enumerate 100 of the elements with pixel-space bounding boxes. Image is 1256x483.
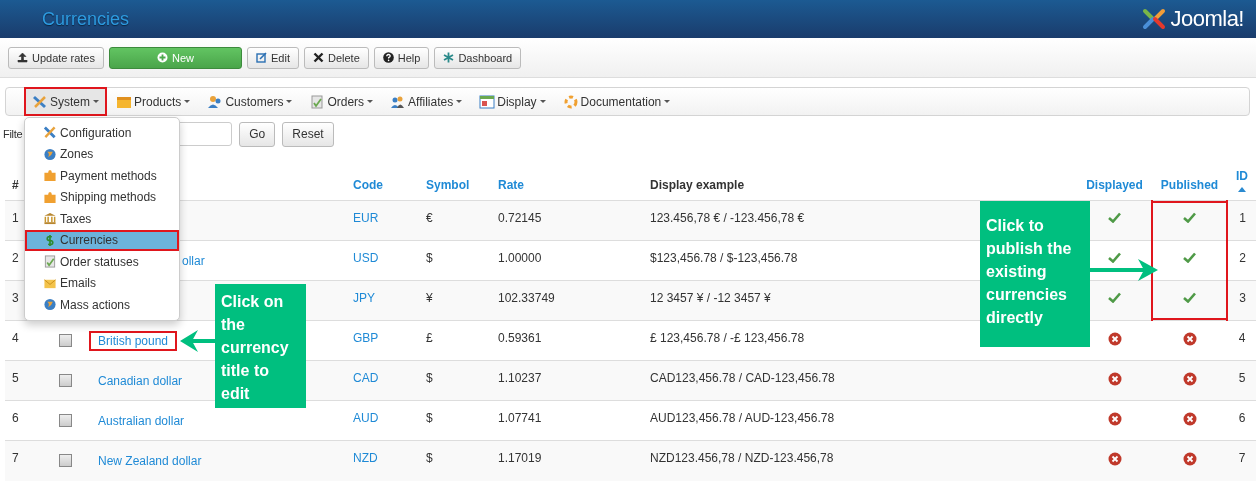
dropdown-item[interactable]: Shipping methods <box>25 186 179 208</box>
rate-cell: 102.33749 <box>498 291 555 305</box>
example-cell: £ 123,456.78 / -£ 123,456.78 <box>650 331 805 345</box>
filter-label: Filte <box>3 128 23 140</box>
menu-item[interactable]: Orders <box>301 87 382 116</box>
sort-link[interactable]: Rate <box>498 178 524 192</box>
globe-icon <box>43 298 57 312</box>
wrench-icon <box>32 94 48 109</box>
id-cell: 2 <box>1239 251 1246 265</box>
row-checkbox[interactable] <box>59 454 72 467</box>
cross-icon[interactable] <box>1182 332 1197 346</box>
row-number: 1 <box>12 211 19 225</box>
cross-icon[interactable] <box>1182 412 1197 426</box>
row-number: 2 <box>12 251 19 265</box>
check-icon[interactable] <box>1183 212 1196 223</box>
menu-item[interactable]: Customers <box>199 87 301 116</box>
check-icon[interactable] <box>1107 292 1121 303</box>
dashboard-button[interactable]: Dashboard <box>434 46 522 69</box>
rate-cell: 1.00000 <box>498 251 542 265</box>
arrow <box>1090 259 1158 281</box>
menu-item[interactable]: Affiliates <box>382 87 471 116</box>
filter-button[interactable]: Reset <box>282 121 334 147</box>
globe-icon <box>43 147 57 161</box>
cross-icon[interactable] <box>1182 372 1197 386</box>
cross-icon[interactable] <box>1107 332 1122 346</box>
document-icon <box>43 255 57 269</box>
box-icon <box>116 94 132 109</box>
example-cell: 123.456,78 € / -123.456,78 € <box>650 211 805 225</box>
example-cell: NZD123.456,78 / NZD-123.456,78 <box>650 451 834 465</box>
dollar-icon <box>43 233 57 247</box>
symbol-cell: € <box>426 211 433 225</box>
callout-note: Click to publish the existing currencies directly <box>980 201 1090 347</box>
rate-cell: 0.59361 <box>498 331 542 345</box>
sort-link[interactable]: Published <box>1160 178 1219 192</box>
dropdown-item[interactable]: Emails <box>25 272 179 294</box>
asterisk-icon <box>443 52 455 63</box>
dropdown-item[interactable]: Taxes <box>25 208 179 230</box>
id-cell: 4 <box>1238 331 1246 345</box>
plus-icon <box>156 52 168 63</box>
people-icon <box>390 94 407 109</box>
filter-button[interactable]: Go <box>239 121 276 147</box>
menu-item[interactable]: Documentation <box>554 87 679 116</box>
caret-icon <box>286 100 293 103</box>
cross-icon[interactable] <box>1107 412 1122 426</box>
symbol-cell: $ <box>426 451 433 465</box>
upload-button[interactable]: Update rates <box>8 46 104 69</box>
id-cell: 3 <box>1239 291 1246 305</box>
puzzle-icon <box>43 190 57 204</box>
dropdown-item[interactable]: Zones <box>25 143 179 165</box>
logo-icon <box>1141 7 1168 31</box>
row-number: 3 <box>12 291 19 305</box>
sort-link[interactable]: Displayed <box>1086 178 1143 192</box>
code-cell: USD <box>353 251 379 265</box>
arrow <box>180 330 217 352</box>
check-icon[interactable] <box>1107 252 1121 263</box>
code-cell: EUR <box>353 211 379 225</box>
help-button[interactable]: Help <box>373 46 430 69</box>
dropdown-item[interactable]: Mass actions <box>25 294 179 316</box>
dropdown-item[interactable]: Currencies <box>25 229 179 251</box>
puzzle-icon <box>43 169 57 183</box>
currency-link[interactable]: Canadian dollar <box>89 371 192 391</box>
rate-cell: 0.72145 <box>498 211 542 225</box>
cross-icon[interactable] <box>1182 452 1197 466</box>
row-checkbox[interactable] <box>59 414 72 427</box>
ring-icon <box>562 94 579 109</box>
cross-icon[interactable] <box>1107 452 1122 466</box>
wrench-icon <box>43 126 57 140</box>
currency-link[interactable]: British pound <box>89 331 178 351</box>
check-icon[interactable] <box>1183 252 1196 263</box>
example-cell: AUD123,456.78 / AUD-123,456.78 <box>650 411 835 425</box>
check-icon[interactable] <box>1107 212 1121 223</box>
code-cell: JPY <box>353 291 375 305</box>
menu-item[interactable]: Display <box>471 87 554 116</box>
id-cell: 7 <box>1238 451 1246 465</box>
delete-button[interactable]: Delete <box>303 46 369 69</box>
help-icon <box>382 52 394 63</box>
row-checkbox[interactable] <box>59 334 72 347</box>
menu-item[interactable]: Products <box>108 87 199 116</box>
code-cell: NZD <box>353 451 378 465</box>
row-number: 4 <box>12 331 19 345</box>
currency-link[interactable]: Australian dollar <box>89 411 194 431</box>
caret-icon <box>456 100 463 103</box>
dropdown-item[interactable]: Order statuses <box>25 251 179 273</box>
sort-link[interactable]: Symbol <box>426 178 470 192</box>
menu-item[interactable]: System <box>24 87 107 116</box>
caret-icon <box>184 100 191 103</box>
edit-button[interactable]: Edit <box>247 46 299 69</box>
dropdown-item[interactable]: Payment methods <box>25 165 179 187</box>
check-icon[interactable] <box>1183 292 1196 303</box>
logo-text: Joomla! <box>1170 6 1244 32</box>
currency-link[interactable]: New Zealand dollar <box>89 451 211 471</box>
sort-link[interactable]: Code <box>353 178 383 192</box>
row-checkbox[interactable] <box>59 374 72 387</box>
dropdown-item[interactable]: Configuration <box>25 122 179 144</box>
row-number: 6 <box>12 411 19 425</box>
sort-link[interactable]: ID <box>1236 169 1248 183</box>
id-cell: 1 <box>1239 211 1246 225</box>
symbol-cell: $ <box>426 251 433 265</box>
example-cell: $123,456.78 / $-123,456.78 <box>650 251 798 265</box>
cross-icon[interactable] <box>1107 372 1122 386</box>
